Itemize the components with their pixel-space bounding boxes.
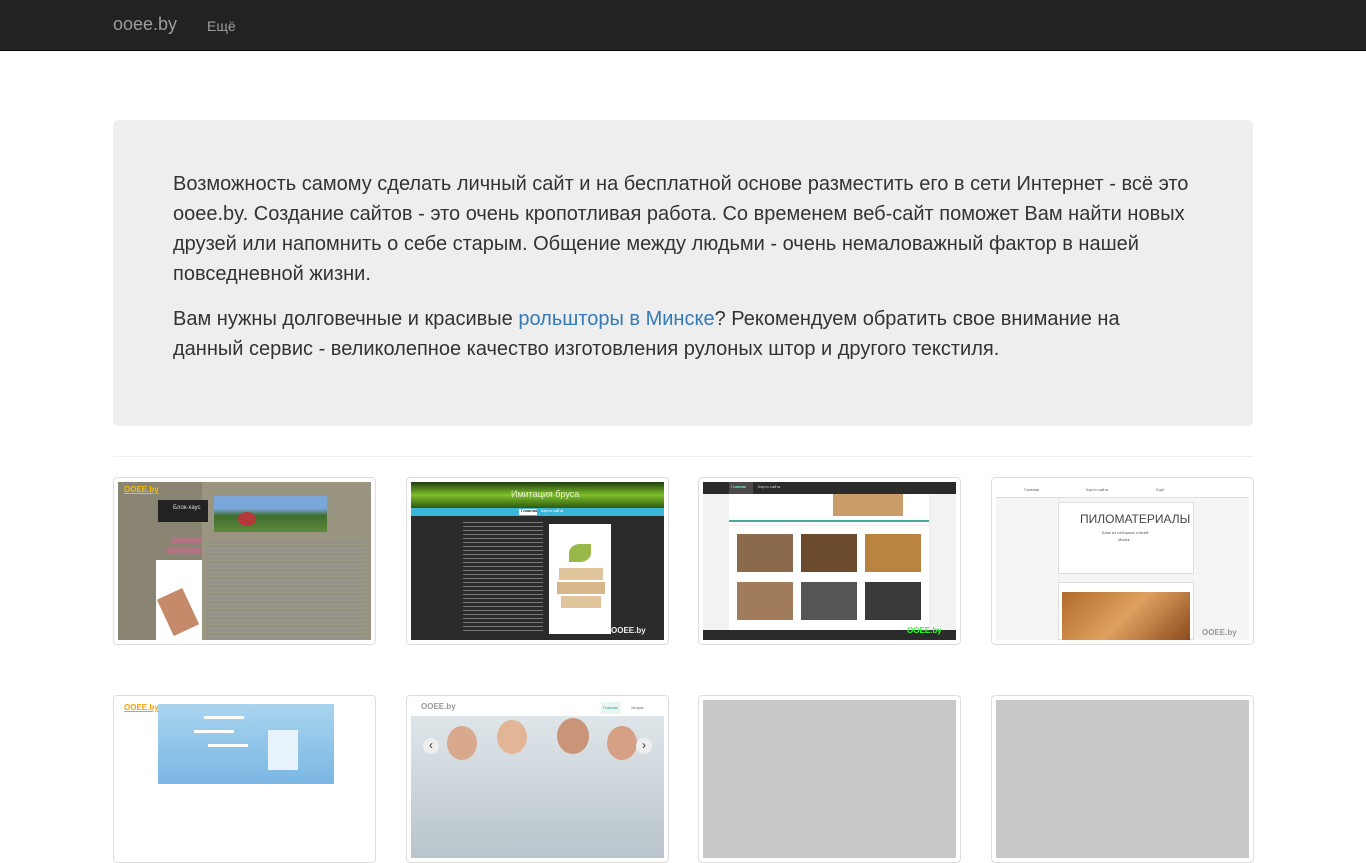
promo-text-before: Вам нужны долговечные и красивые bbox=[173, 308, 519, 330]
site-thumbnail-placeholder-2[interactable] bbox=[991, 695, 1254, 863]
thumb-nav-map: Карта сайта bbox=[758, 484, 781, 489]
intro-paragraph: Возможность самому сделать личный сайт и… bbox=[173, 173, 1189, 285]
thumbnail-image-placeholder bbox=[703, 700, 956, 858]
site-thumbnail-lumber[interactable]: Главная Карта сайта Ещё ПИЛОМАТЕРИАЛЫ Бл… bbox=[991, 477, 1254, 645]
thumb-nav-home: Главная bbox=[731, 484, 747, 489]
thumbnail-image: OOEE.by Блок-хаус bbox=[118, 482, 371, 640]
thumbnail-image: OOEE.by Главная Услуги ‹ › bbox=[411, 700, 664, 858]
thumbnail-image-placeholder bbox=[996, 700, 1249, 858]
thumb-sub-1: Блок из отборных статей bbox=[1102, 530, 1149, 535]
thumb-nav-home: Главная bbox=[521, 508, 538, 513]
thumb-logo: OOEE.by bbox=[421, 702, 456, 711]
thumbnail-image: OOEE.by bbox=[118, 700, 371, 858]
divider bbox=[113, 456, 1253, 457]
carousel-prev-icon: ‹ bbox=[423, 738, 439, 754]
thumbnail-image: Имитация бруса Главная Карта сайта OOEE.… bbox=[411, 482, 664, 640]
thumb-logo: OOEE.by bbox=[124, 485, 159, 494]
thumb-logo: OOEE.by bbox=[124, 703, 159, 712]
thumb-nav-1: Главная bbox=[1024, 487, 1040, 492]
thumb-nav-3: Ещё bbox=[1156, 487, 1165, 492]
thumbnail-image: Главная Карта сайта OOEE.by bbox=[703, 482, 956, 640]
thumb-nav-home: Главная bbox=[603, 705, 619, 710]
thumbnail-image: Главная Карта сайта Ещё ПИЛОМАТЕРИАЛЫ Бл… bbox=[996, 482, 1249, 640]
site-thumbnail-interior[interactable]: OOEE.by bbox=[113, 695, 376, 863]
site-thumbnail-blockhouse[interactable]: OOEE.by Блок-хаус bbox=[113, 477, 376, 645]
thumb-sub-2: Минск bbox=[1118, 537, 1130, 542]
thumb-nav-services: Услуги bbox=[631, 705, 644, 710]
thumb-logo: OOEE.by bbox=[1202, 628, 1237, 637]
thumb-nav-2: Карта сайта bbox=[1086, 487, 1109, 492]
carousel-next-icon: › bbox=[636, 738, 652, 754]
brand-link[interactable]: ooee.by bbox=[113, 14, 177, 35]
thumb-nav-map: Карта сайта bbox=[541, 508, 564, 513]
thumb-title: ПИЛОМАТЕРИАЛЫ bbox=[1080, 512, 1191, 526]
thumb-logo: OOEE.by bbox=[907, 626, 942, 635]
thumb-logo: OOEE.by bbox=[611, 626, 646, 635]
promo-paragraph: Вам нужны долговечные и красивые рольшто… bbox=[173, 304, 1193, 364]
roller-blinds-link[interactable]: рольшторы в Минске bbox=[518, 308, 714, 330]
site-thumbnail-imitation-timber[interactable]: Имитация бруса Главная Карта сайта OOEE.… bbox=[406, 477, 669, 645]
top-navbar: ooee.by Ещё bbox=[0, 0, 1366, 51]
thumb-sign: Блок-хаус bbox=[173, 505, 201, 511]
site-thumbnail-placeholder-1[interactable] bbox=[698, 695, 961, 863]
intro-jumbotron: Возможность самому сделать личный сайт и… bbox=[113, 120, 1253, 426]
site-thumbnail-team[interactable]: OOEE.by Главная Услуги ‹ › bbox=[406, 695, 669, 863]
thumb-title: Имитация бруса bbox=[511, 489, 580, 499]
nav-more-link[interactable]: Ещё bbox=[207, 18, 236, 34]
site-thumbnail-flooring[interactable]: Главная Карта сайта OOEE.by bbox=[698, 477, 961, 645]
